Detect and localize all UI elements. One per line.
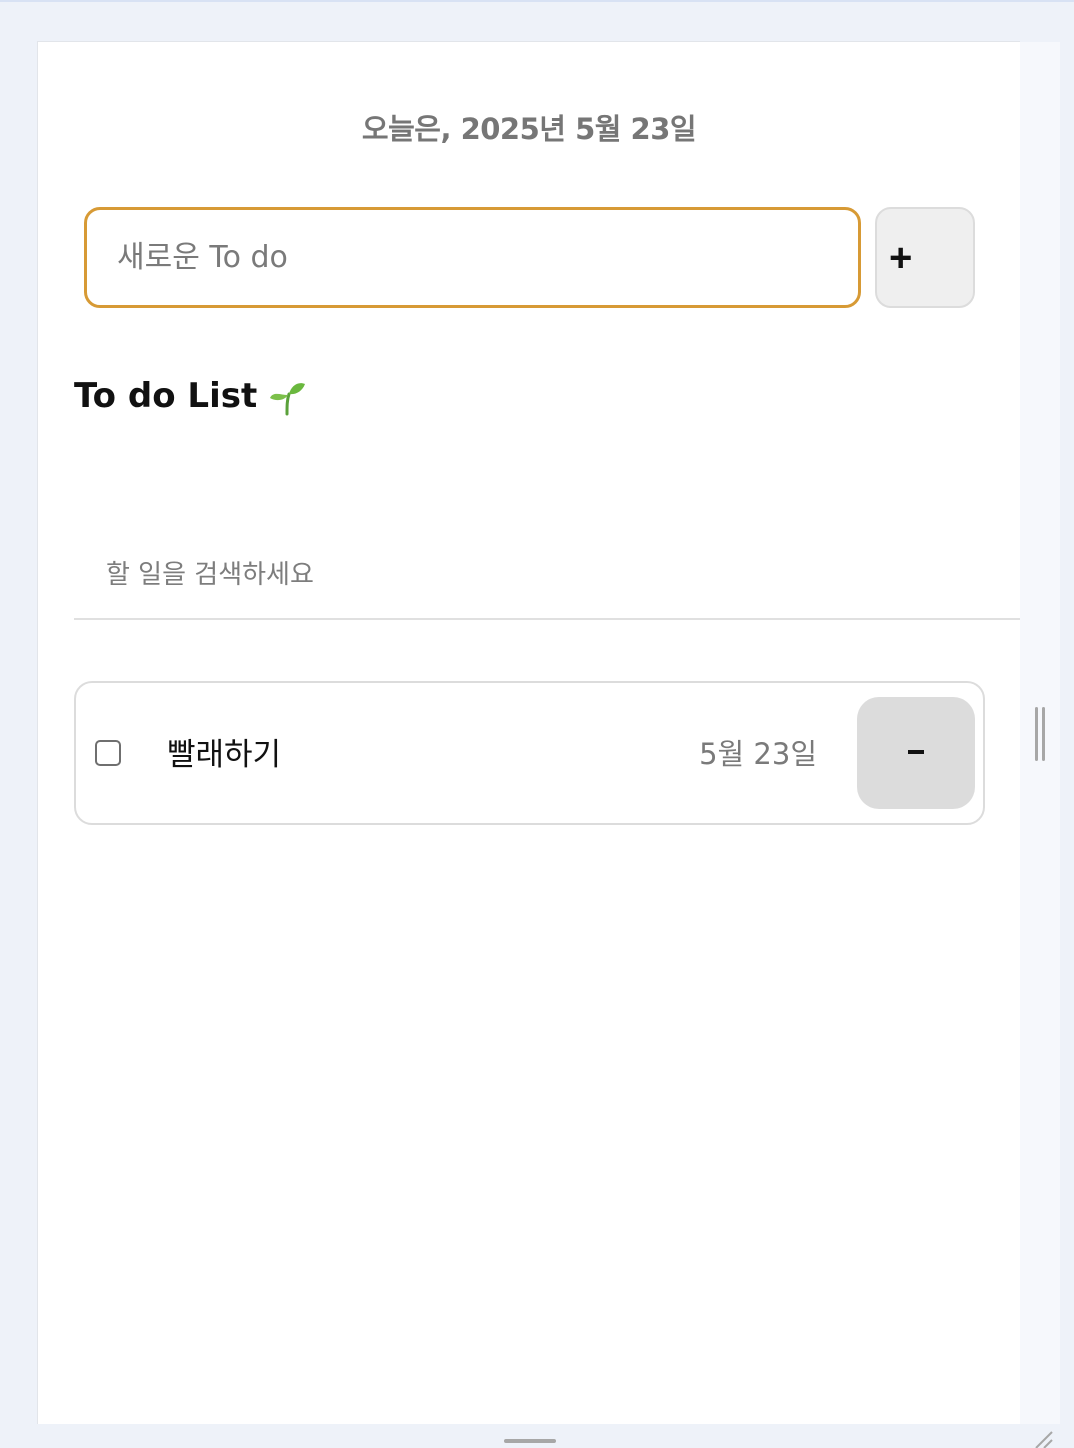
delete-todo-button[interactable] (857, 697, 975, 809)
todo-date: 5월 23일 (699, 737, 817, 771)
todo-text: 빨래하기 (167, 737, 282, 773)
list-heading: To do List (74, 376, 307, 416)
search-input[interactable] (74, 532, 1020, 620)
panel-resize-handle[interactable] (1035, 707, 1047, 761)
page-title: 오늘은, 2025년 5월 23일 (361, 112, 697, 146)
todo-list-item: 빨래하기 5월 23일 (74, 681, 985, 825)
sprout-icon (270, 383, 306, 416)
new-todo-input[interactable] (84, 207, 861, 308)
grip-line (1035, 707, 1038, 761)
plus-icon: + (889, 235, 913, 280)
minus-icon (908, 750, 924, 754)
todo-checkbox[interactable] (95, 740, 121, 766)
add-todo-button[interactable]: + (875, 207, 975, 308)
grip-line (1042, 707, 1045, 761)
bottom-drag-handle[interactable] (504, 1439, 556, 1443)
resize-corner-icon[interactable] (1030, 1428, 1056, 1448)
list-heading-label: To do List (74, 376, 258, 416)
window-top-border (0, 0, 1074, 2)
